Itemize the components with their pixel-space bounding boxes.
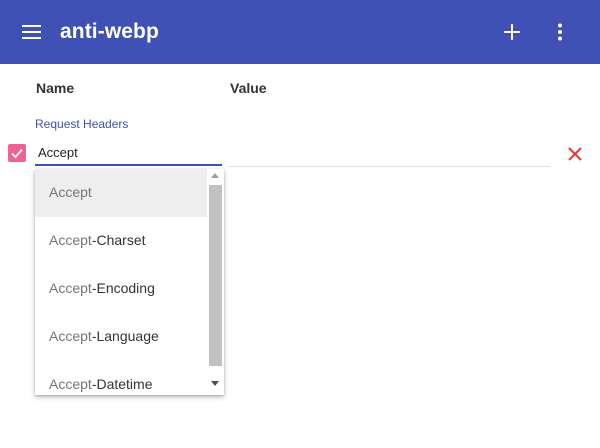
more-options-button[interactable] [546,18,574,46]
option-match-text: Accept [49,232,92,248]
header-value-input[interactable] [228,140,550,167]
autocomplete-option[interactable]: Accept-Encoding [35,265,207,313]
header-enabled-checkbox[interactable] [8,144,26,162]
autocomplete-options: Accept Accept-Charset Accept-Encoding Ac… [35,169,207,395]
autocomplete-option[interactable]: Accept-Datetime [35,361,207,395]
close-x-icon [568,147,582,161]
autocomplete-option[interactable]: Accept [35,169,207,217]
option-rest-text: -Encoding [91,280,155,296]
option-rest-text: -Datetime [91,376,153,392]
app-title: anti-webp [60,20,159,43]
option-match-text: Accept [49,280,92,296]
header-name-input[interactable] [35,140,222,166]
option-rest-text: -Language [91,328,159,344]
option-match-text: Accept [49,184,92,200]
check-icon [11,148,23,159]
dropdown-scrollbar[interactable] [207,169,224,395]
column-header-name: Name [36,80,75,96]
scroll-down-arrow-icon[interactable] [211,381,219,386]
scroll-up-arrow-icon[interactable] [211,173,219,178]
section-label-request-headers: Request Headers [35,117,129,131]
menu-button[interactable] [18,18,46,46]
autocomplete-option[interactable]: Accept-Charset [35,217,207,265]
app-bar: anti-webp [0,0,600,64]
scrollbar-thumb[interactable] [209,185,222,366]
autocomplete-dropdown: Accept Accept-Charset Accept-Encoding Ac… [35,169,224,395]
delete-header-button[interactable] [566,145,584,163]
option-match-text: Accept [49,376,92,392]
plus-icon [504,24,520,40]
autocomplete-option[interactable]: Accept-Language [35,313,207,361]
hamburger-menu-icon [22,25,41,39]
add-button[interactable] [498,18,526,46]
option-rest-text: -Charset [91,232,146,248]
option-match-text: Accept [49,328,92,344]
more-vert-icon [558,23,562,41]
column-header-value: Value [230,80,267,96]
